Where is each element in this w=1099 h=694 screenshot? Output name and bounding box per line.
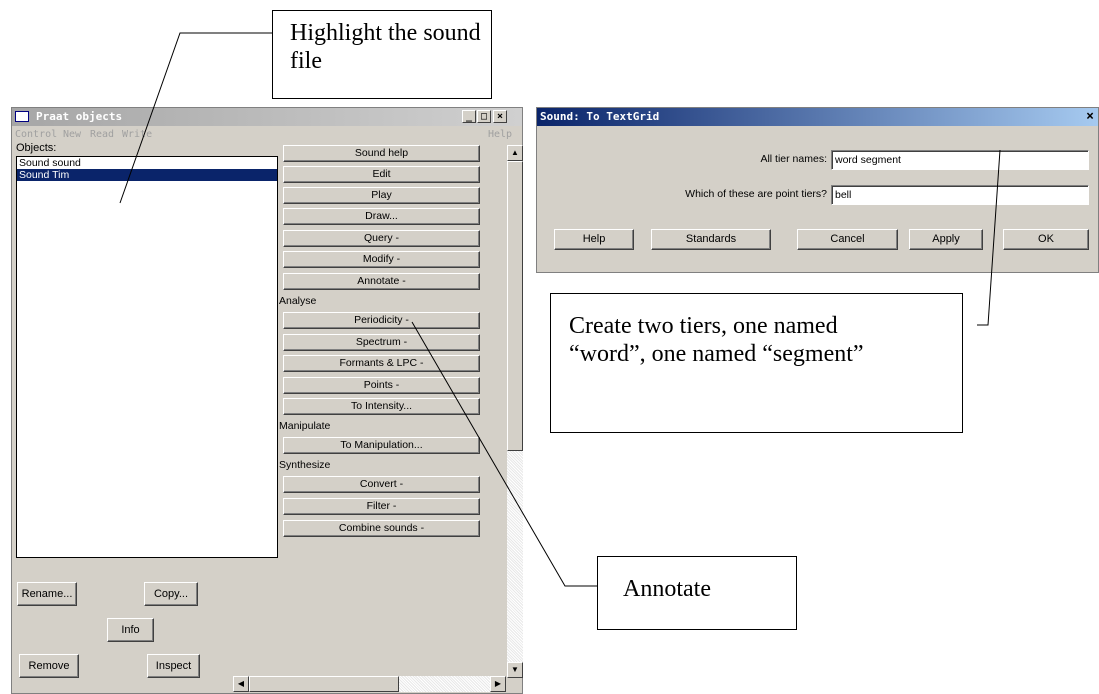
- connector-annotate: [411, 321, 597, 587]
- connector-highlight: [119, 32, 272, 204]
- callout-connectors: [119, 32, 1001, 587]
- connector-tiers: [977, 149, 1001, 326]
